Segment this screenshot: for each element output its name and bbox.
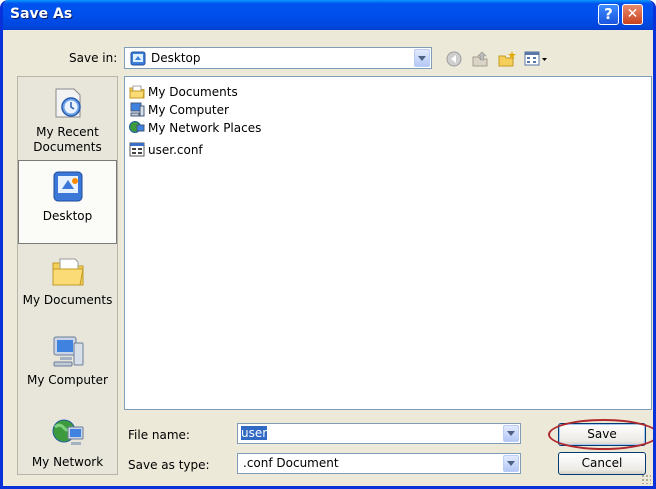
back-arrow-icon[interactable] — [446, 51, 462, 67]
my-documents-icon — [52, 258, 84, 286]
place-label: My Computer — [27, 373, 108, 387]
title-bar[interactable]: Save As ? ✕ — [3, 0, 653, 30]
save-in-dropdown[interactable]: Desktop — [124, 47, 432, 69]
file-name: user.conf — [148, 142, 203, 157]
new-folder-icon[interactable] — [498, 50, 516, 68]
up-folder-icon[interactable] — [471, 50, 489, 68]
place-label: My Documents — [22, 293, 113, 307]
list-item[interactable]: My Computer — [129, 101, 229, 118]
desktop-icon — [53, 171, 82, 202]
place-label: My Recent — [36, 125, 99, 139]
cancel-button[interactable]: Cancel — [558, 452, 646, 475]
places-bar: My Recent Documents Desktop My Documents — [17, 76, 118, 475]
place-my-documents[interactable]: My Documents — [18, 253, 117, 308]
place-recent-documents[interactable]: My Recent Documents — [18, 85, 117, 155]
close-button[interactable]: ✕ — [622, 4, 643, 25]
place-desktop[interactable]: Desktop — [18, 160, 117, 244]
list-item[interactable]: My Network Places — [129, 119, 261, 136]
save-in-label: Save in: — [69, 51, 118, 65]
file-name-arrow-icon[interactable] — [503, 425, 519, 442]
network-icon — [129, 121, 145, 133]
place-my-computer[interactable]: My Computer — [18, 333, 117, 388]
save-button-highlight-ring — [548, 419, 653, 450]
save-in-arrow-icon[interactable] — [414, 49, 430, 67]
file-name-value: user — [241, 426, 268, 440]
documents-folder-icon — [129, 85, 145, 99]
desktop-small-icon — [130, 51, 146, 66]
list-item[interactable]: My Documents — [129, 83, 238, 100]
save-as-type-value: .conf Document — [243, 456, 339, 470]
file-name-label: File name: — [128, 428, 190, 442]
save-in-value: Desktop — [151, 51, 201, 65]
file-name: My Documents — [148, 84, 238, 99]
views-menu-icon[interactable] — [524, 51, 550, 67]
help-button[interactable]: ? — [598, 4, 619, 25]
file-name-input[interactable]: user — [237, 423, 521, 444]
place-my-network[interactable]: My Network — [18, 415, 117, 470]
place-label: Documents — [33, 140, 102, 154]
file-name: My Network Places — [148, 120, 262, 135]
save-as-type-arrow-icon[interactable] — [503, 455, 519, 472]
save-as-dialog: Save As ? ✕ Save in: Desktop My Recent D… — [0, 0, 656, 489]
my-computer-icon — [53, 336, 83, 367]
place-label: My Network — [31, 455, 104, 469]
file-list[interactable]: My Documents My Computer My Network Plac… — [124, 76, 652, 410]
save-as-type-dropdown[interactable]: .conf Document — [237, 453, 521, 474]
conf-file-icon — [129, 142, 145, 157]
save-as-type-label: Save as type: — [128, 458, 210, 472]
file-name: My Computer — [148, 102, 229, 117]
place-label: Desktop — [42, 209, 93, 223]
resize-grip-icon[interactable] — [641, 474, 651, 484]
my-network-icon — [52, 419, 83, 445]
recent-documents-icon — [55, 88, 81, 118]
list-item[interactable]: user.conf — [129, 141, 203, 158]
window-title: Save As — [10, 6, 73, 22]
computer-icon — [130, 102, 145, 117]
